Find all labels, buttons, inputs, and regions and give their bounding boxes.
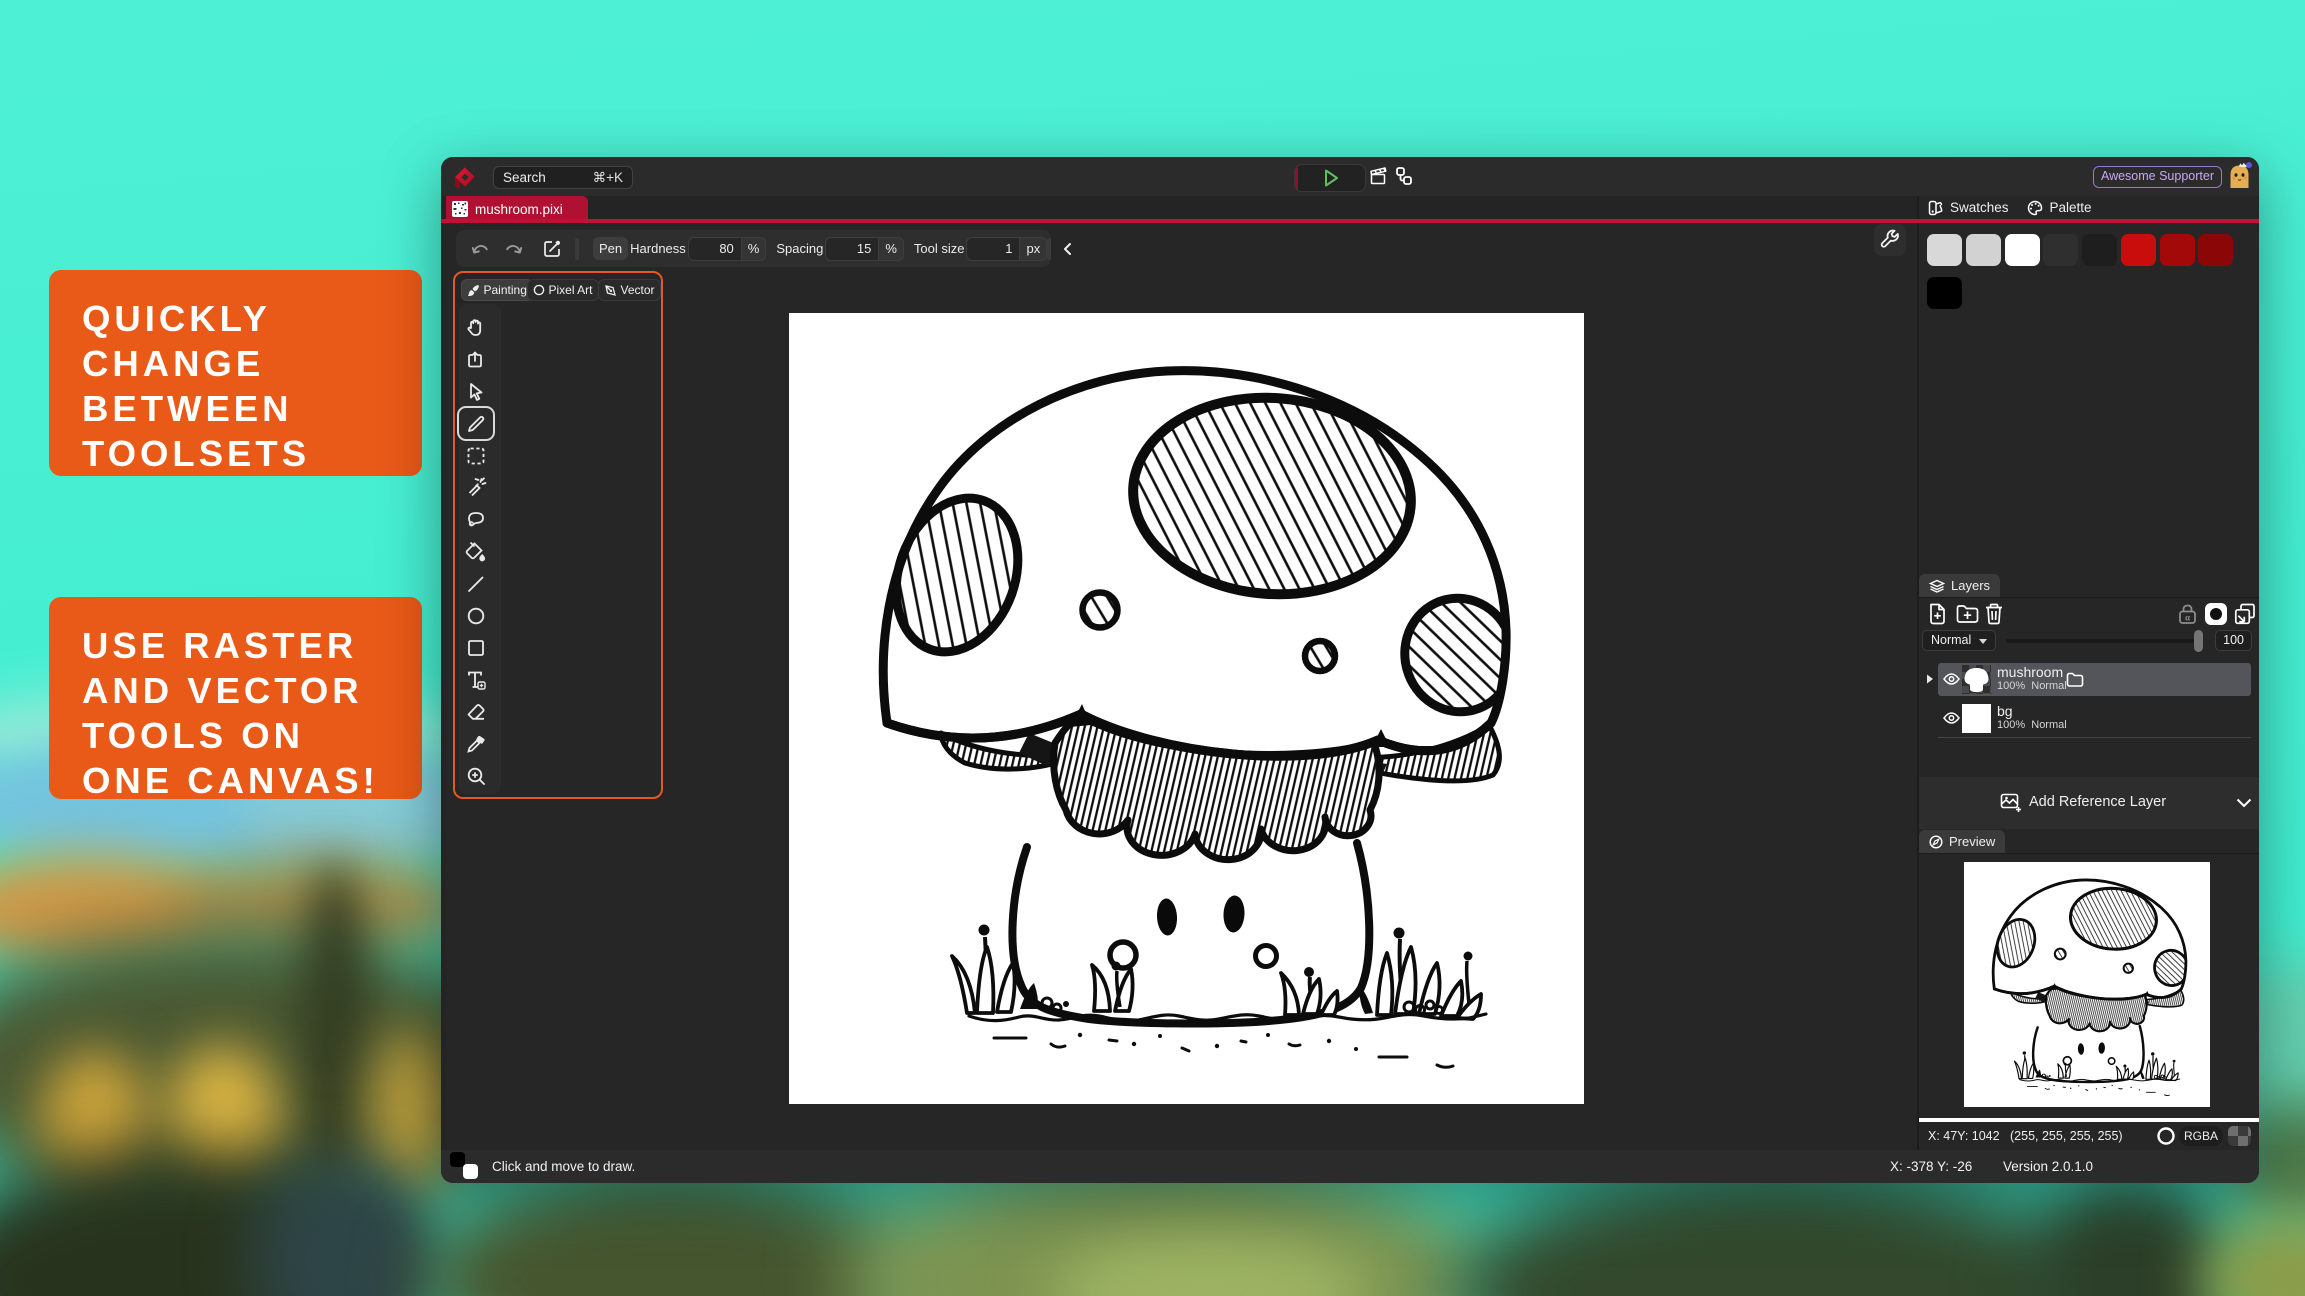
svg-text:α: α (2185, 613, 2190, 623)
